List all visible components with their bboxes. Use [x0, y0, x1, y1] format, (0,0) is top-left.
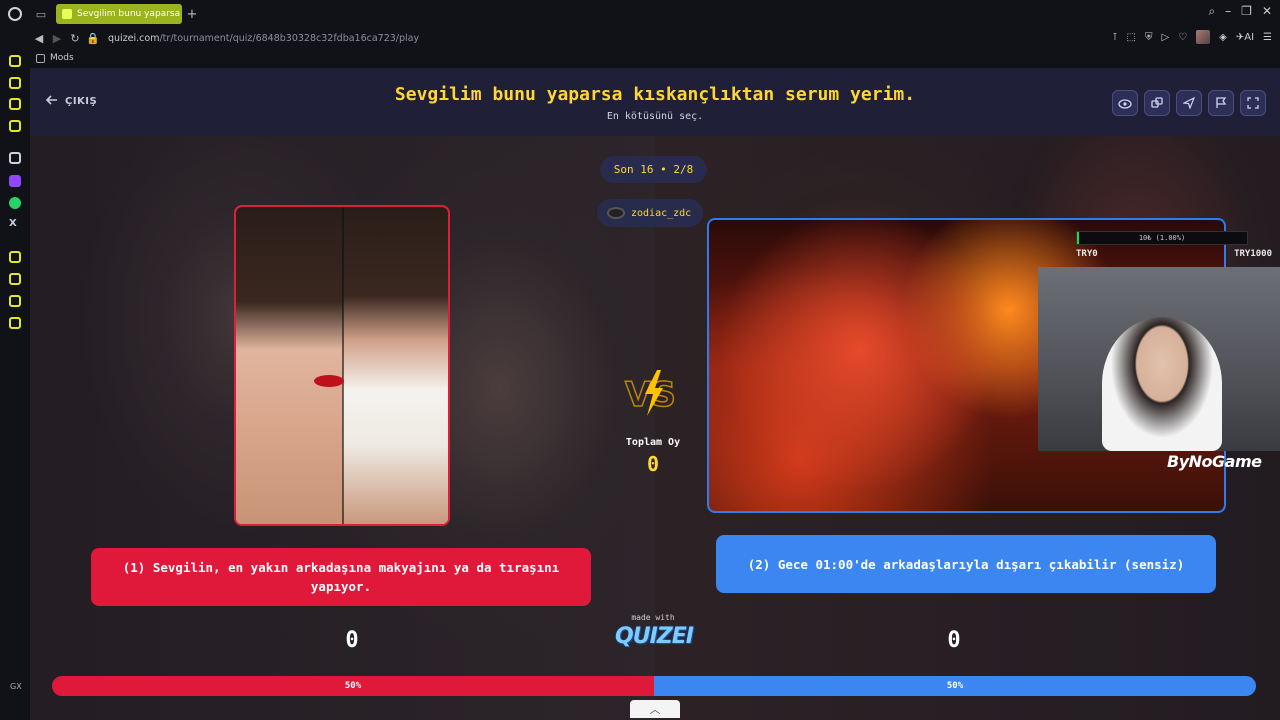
- gallery-icon[interactable]: [9, 273, 21, 285]
- eye-icon: [1118, 94, 1132, 113]
- vote-progress-bar: 50% 50%: [52, 676, 1256, 696]
- tab-switcher-icon[interactable]: ▭: [30, 3, 52, 25]
- creator-avatar: [607, 207, 625, 219]
- creator-name: zodiac_zdc: [631, 207, 692, 219]
- badge-icon[interactable]: [9, 295, 21, 307]
- reload-button[interactable]: ↻: [66, 32, 84, 45]
- twitch-icon[interactable]: [9, 175, 21, 187]
- quiz-header: ÇIKIŞ Sevgilim bunu yaparsa kıskançlıkta…: [30, 68, 1280, 136]
- watch-button[interactable]: [1112, 90, 1138, 116]
- chevron-up-icon: ︿: [649, 703, 661, 716]
- progress-left-label: 50%: [344, 681, 362, 691]
- shield-icon[interactable]: ⛨: [1145, 32, 1153, 43]
- vs-icon: VS: [623, 368, 683, 418]
- tab-favicon-icon: [62, 9, 72, 19]
- option-right-votes: 0: [947, 628, 961, 653]
- fullscreen-icon: [1247, 94, 1259, 113]
- bookmark-mods-icon: [36, 53, 45, 63]
- restore-icon[interactable]: ❐: [1241, 4, 1252, 19]
- goal-max-label: TRY1000: [1234, 249, 1272, 259]
- copy-icon: [1151, 94, 1163, 113]
- x-icon[interactable]: X: [9, 218, 17, 229]
- browser-tab-bar: ▭ Sevgilim bunu yaparsa kıskan + ⌕ – ❐ ✕: [0, 0, 1280, 28]
- lock-icon: 🔒: [86, 31, 100, 45]
- gx-control-icon[interactable]: [9, 77, 21, 89]
- quiz-subtitle: En kötüsünü seç.: [606, 111, 704, 122]
- total-votes-label: Toplam Oy: [625, 437, 681, 448]
- heart-icon[interactable]: ♡: [1178, 32, 1187, 43]
- forward-button[interactable]: ▶: [48, 32, 66, 45]
- close-icon[interactable]: ✕: [1262, 4, 1272, 19]
- bookmark-mods[interactable]: Mods: [50, 53, 74, 63]
- share-button[interactable]: [1176, 90, 1202, 116]
- music-icon[interactable]: [9, 251, 21, 263]
- quizei-logo[interactable]: QUIZEI: [612, 624, 696, 649]
- history-icon[interactable]: [9, 317, 21, 329]
- address-bar: ◀ ▶ ↻ 🔒 quizei.com/tr/tournament/quiz/68…: [0, 28, 1280, 48]
- option-right-text: (2) Gece 01:00'de arkadaşlarıyla dışarı …: [747, 556, 1185, 572]
- gx-cleaner-icon[interactable]: [9, 98, 21, 110]
- streamer-webcam: [1038, 267, 1280, 451]
- easy-setup-icon[interactable]: ☰: [1263, 32, 1272, 43]
- progress-left-segment: 50%: [52, 676, 654, 696]
- player-icon[interactable]: ▷: [1161, 32, 1169, 43]
- flag-icon: [1215, 94, 1227, 113]
- quiz-title: Sevgilim bunu yaparsa kıskançlıktan seru…: [394, 84, 916, 105]
- minimize-icon[interactable]: –: [1225, 4, 1231, 19]
- copy-link-button[interactable]: [1144, 90, 1170, 116]
- browser-menu-icon[interactable]: [0, 0, 30, 28]
- option-left-votes: 0: [345, 628, 359, 653]
- donation-goal-fill: [1077, 232, 1079, 244]
- browser-tab-active[interactable]: Sevgilim bunu yaparsa kıskan: [56, 4, 182, 24]
- vpn-icon[interactable]: ◈: [1219, 32, 1227, 43]
- new-tab-button[interactable]: +: [182, 7, 202, 22]
- url-host: quizei.com: [108, 32, 160, 44]
- made-with-label: made with: [631, 613, 675, 622]
- option-left-image[interactable]: [234, 205, 450, 526]
- option-left-button[interactable]: (1) Sevgilin, en yakın arkadaşına makyaj…: [91, 548, 591, 606]
- back-button[interactable]: ◀: [30, 32, 48, 45]
- channel-logo: ByNoGame: [1167, 452, 1262, 471]
- bookmarks-bar: Mods: [30, 48, 1280, 68]
- progress-right-label: 50%: [946, 681, 964, 691]
- report-button[interactable]: [1208, 90, 1234, 116]
- url-field[interactable]: quizei.com/tr/tournament/quiz/6848b30328…: [108, 33, 419, 44]
- option-right-button[interactable]: (2) Gece 01:00'de arkadaşlarıyla dışarı …: [716, 535, 1216, 593]
- donation-goal-text: 10₺ (1.00%): [1138, 234, 1186, 242]
- profile-avatar[interactable]: [1196, 30, 1211, 44]
- fullscreen-button[interactable]: [1240, 90, 1266, 116]
- quiz-page: ÇIKIŞ Sevgilim bunu yaparsa kıskançlıkta…: [30, 68, 1280, 720]
- pin-icon[interactable]: ⊺: [1112, 32, 1117, 43]
- progress-right-segment: 50%: [654, 676, 1256, 696]
- gx-corner-icon[interactable]: [9, 55, 21, 67]
- search-icon[interactable]: ⌕: [1208, 4, 1215, 19]
- whatsapp-icon[interactable]: [9, 197, 21, 209]
- ai-icon[interactable]: ✈AI: [1236, 32, 1254, 43]
- hexagon-icon[interactable]: [9, 120, 21, 132]
- send-icon: [1181, 94, 1196, 113]
- round-indicator: Son 16 • 2/8: [600, 156, 707, 183]
- scroll-up-button[interactable]: ︿: [630, 700, 680, 718]
- gx-brand: GX: [10, 682, 22, 691]
- option-left-text: (1) Sevgilin, en yakın arkadaşına makyaj…: [122, 560, 560, 594]
- tab-title: Sevgilim bunu yaparsa kıskan: [77, 9, 182, 19]
- snapshot-icon[interactable]: ⬚: [1127, 32, 1136, 43]
- goal-min-label: TRY0: [1076, 249, 1098, 259]
- chatgpt-icon[interactable]: [9, 152, 21, 164]
- donation-goal-bar: 10₺ (1.00%): [1076, 231, 1248, 245]
- total-votes-value: 0: [646, 452, 660, 476]
- creator-badge[interactable]: zodiac_zdc: [597, 199, 704, 227]
- browser-sidebar: X GX: [0, 48, 30, 720]
- url-path: /tr/tournament/quiz/6848b30328c32fdba16c…: [159, 32, 420, 44]
- donation-goal-overlay: 10₺ (1.00%) TRY0 TRY1000: [1076, 231, 1272, 265]
